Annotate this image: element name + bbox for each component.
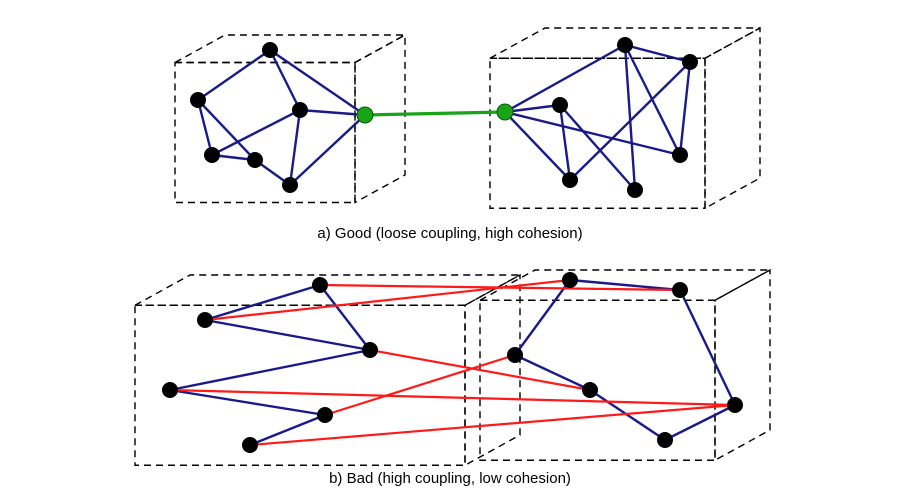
node-bR5 [657, 432, 673, 448]
internal-edge-good-right-gR1-gR4 [570, 62, 690, 180]
caption-bad: b) Bad (high coupling, low cohesion) [0, 470, 900, 487]
internal-edge-good-left-gL5-gLif [290, 115, 365, 185]
module-box-side-good-right [705, 28, 760, 208]
internal-edge-good-left-gL2-gL3 [212, 110, 300, 155]
module-box-front-good-left [175, 63, 355, 203]
node-gR3 [672, 147, 688, 163]
node-bL2 [362, 342, 378, 358]
module-box-front-good-right [490, 58, 705, 208]
module-box-side-bad-right [715, 270, 770, 460]
node-bL3 [162, 382, 178, 398]
layer-edges [170, 45, 735, 445]
internal-edge-good-right-gR4-gRif [505, 112, 570, 180]
node-gL2 [292, 102, 308, 118]
coupling-edge-bad-bL4-bR2 [325, 355, 515, 415]
coupling-cohesion-svg [0, 0, 900, 500]
node-bR1 [672, 282, 688, 298]
internal-edge-bad-left-bL3-bL2 [170, 350, 370, 390]
diagram-stage: a) Good (loose coupling, high cohesion) … [0, 0, 900, 500]
internal-edge-bad-left-bL1-bL2 [205, 320, 370, 350]
node-gL5 [282, 177, 298, 193]
node-gR0 [617, 37, 633, 53]
node-bR4 [727, 397, 743, 413]
node-gR4 [562, 172, 578, 188]
module-box-top-bad-left [135, 275, 520, 305]
module-box-side-bad-left [465, 275, 520, 465]
internal-edge-good-right-gR0-gR1 [625, 45, 690, 62]
internal-edge-good-left-gL0-gLif [270, 50, 365, 115]
node-bR2 [507, 347, 523, 363]
internal-edge-bad-right-bR0-bR2 [515, 280, 570, 355]
node-gR5 [627, 182, 643, 198]
internal-edge-good-left-gL0-gL1 [198, 50, 270, 100]
node-gL3 [204, 147, 220, 163]
node-gL0 [262, 42, 278, 58]
node-bL1 [197, 312, 213, 328]
node-gR2 [552, 97, 568, 113]
coupling-edge-good-gLif-gRif [365, 112, 505, 115]
node-bR0 [562, 272, 578, 288]
node-bL4 [317, 407, 333, 423]
interface-node-gLif [357, 107, 373, 123]
node-bL5 [242, 437, 258, 453]
node-bL0 [312, 277, 328, 293]
internal-edge-bad-right-bR1-bR4 [680, 290, 735, 405]
internal-edge-bad-left-bL0-bL2 [320, 285, 370, 350]
layer-nodes [162, 37, 743, 453]
interface-node-gRif [497, 104, 513, 120]
node-gL4 [247, 152, 263, 168]
node-gR1 [682, 54, 698, 70]
internal-edge-good-right-gR1-gR3 [680, 62, 690, 155]
internal-edge-good-right-gR3-gRif [505, 112, 680, 155]
module-box-front-bad-right [480, 300, 715, 460]
caption-good: a) Good (loose coupling, high cohesion) [0, 225, 900, 242]
internal-edge-bad-right-bR2-bR3 [515, 355, 590, 390]
module-box-top-good-left [175, 35, 405, 63]
node-gL1 [190, 92, 206, 108]
internal-edge-good-left-gL2-gL5 [290, 110, 300, 185]
node-bR3 [582, 382, 598, 398]
